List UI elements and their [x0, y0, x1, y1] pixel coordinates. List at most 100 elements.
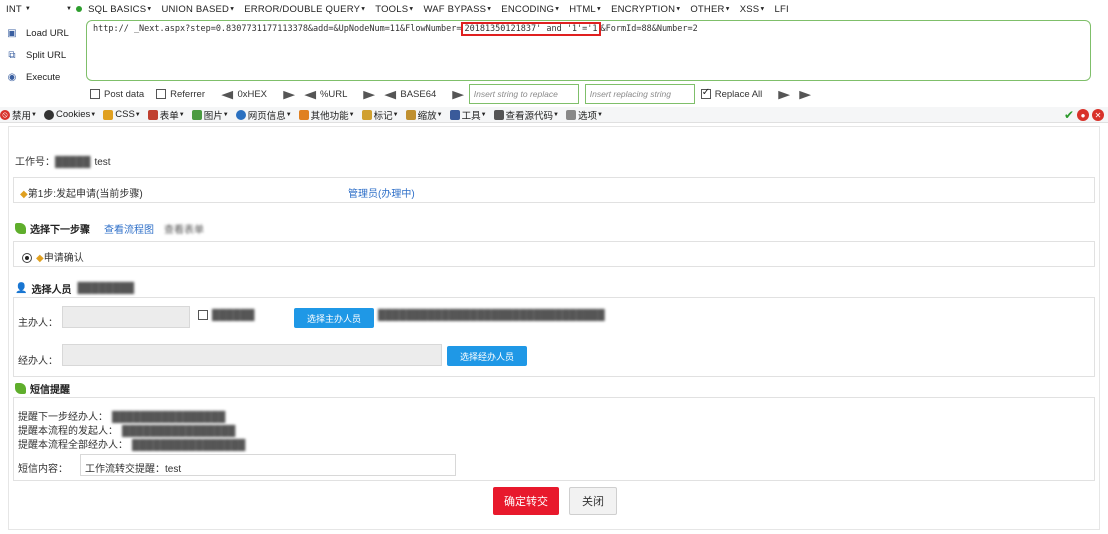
- injected-payload-highlight: 20181350121837' and '1'='1: [461, 22, 601, 36]
- select-person-hint: ████████: [77, 283, 135, 294]
- menu-html[interactable]: HTML▼: [569, 4, 602, 15]
- toolbar-view-source[interactable]: 查看源代码 ▼: [493, 108, 559, 122]
- insert-string-input[interactable]: Insert string to replace: [468, 84, 579, 104]
- reminder-title: 短信提醒: [15, 381, 70, 396]
- toolbar-cookies[interactable]: Cookies ▼: [43, 109, 96, 120]
- split-url-button[interactable]: ⧉ Split URL: [6, 44, 82, 66]
- post-data-checkbox[interactable]: Post data: [90, 89, 144, 100]
- toolbar-info[interactable]: 网页信息 ▼: [235, 108, 292, 122]
- person-icon: 👤: [15, 283, 28, 294]
- step-diamond-icon: ◆: [36, 253, 44, 264]
- arrow-right-icon[interactable]: ▶: [799, 88, 811, 101]
- toolbar-forms[interactable]: 表单 ▼: [147, 108, 185, 122]
- replace-all-checkbox[interactable]: Replace All: [700, 87, 762, 100]
- outline-icon: [361, 109, 372, 120]
- check-icon[interactable]: ✔: [1064, 108, 1074, 122]
- execute-button[interactable]: ◉ Execute: [6, 66, 82, 88]
- int-selector[interactable]: INT ▼: [0, 4, 66, 15]
- options-icon: [566, 109, 576, 120]
- misc-icon: [298, 109, 309, 120]
- close-button[interactable]: 关闭: [569, 487, 617, 515]
- replacing-string-input[interactable]: Insert replacing string: [584, 84, 695, 104]
- admin-text: 管理员(办理中): [348, 189, 415, 200]
- status-dot-icon: [76, 6, 83, 12]
- co-handler-input[interactable]: [62, 344, 442, 366]
- arrow-right-icon[interactable]: ▶: [283, 88, 295, 101]
- menu-error-double-query[interactable]: ERROR/DOUBLE QUERY▼: [244, 4, 366, 15]
- reminder-panel: 提醒下一步经办人： ████████████████ 提醒本流程的发起人： ████…: [13, 397, 1095, 481]
- forms-icon: [147, 109, 158, 120]
- load-url-button[interactable]: ▣ Load URL: [6, 22, 82, 44]
- menu-encoding[interactable]: ENCODING▼: [501, 4, 560, 15]
- arrow-right-icon[interactable]: ▶: [779, 88, 791, 101]
- leaf-icon: [15, 383, 26, 394]
- arrow-left-icon[interactable]: ◀: [304, 88, 316, 101]
- next-step-title: 选择下一步骤 查看流程图 查看表单: [15, 221, 204, 236]
- main-handler-option[interactable]: ██████: [198, 310, 255, 321]
- select-co-handler-button[interactable]: 选择经办人员: [447, 346, 527, 366]
- dropdown-icon: ▼: [24, 6, 32, 12]
- hackbar-menu: INT ▼ ▼ SQL BASICS▼ UNION BASED▼ ERROR/DO…: [0, 0, 1108, 18]
- menu-lfi[interactable]: LFI: [774, 4, 788, 15]
- execute-icon: ◉: [7, 71, 17, 83]
- hackbar-options: Post data Referrer ◀ 0xHEX ▶ ◀ %URL ▶ ◀ …: [90, 84, 1090, 104]
- remind-next-row: 提醒下一步经办人： ████████████████: [18, 412, 226, 423]
- menu-encryption[interactable]: ENCRYPTION▼: [611, 4, 681, 15]
- split-url-icon: ⧉: [8, 49, 16, 61]
- select-main-handler-button[interactable]: 选择主办人员: [294, 308, 374, 328]
- toolbar-tools[interactable]: 工具 ▼: [449, 108, 487, 122]
- confirm-transfer-button[interactable]: 确定转交: [493, 487, 559, 515]
- close-icon[interactable]: ✕: [1092, 109, 1104, 121]
- toolbar-outline[interactable]: 标记 ▼: [361, 108, 399, 122]
- cookies-icon: [43, 109, 54, 120]
- remind-all-row: 提醒本流程全部经办人： ████████████████: [18, 440, 246, 451]
- main-handler-label: 主办人：: [18, 318, 58, 329]
- arrow-down-icon: ▼: [66, 6, 73, 12]
- remind-initiator-row: 提醒本流程的发起人： ████████████████: [18, 426, 236, 437]
- menu-waf-bypass[interactable]: WAF BYPASS▼: [423, 4, 492, 15]
- referrer-checkbox[interactable]: Referrer: [156, 89, 205, 100]
- css-icon: [103, 109, 114, 120]
- menu-union-based[interactable]: UNION BASED▼: [161, 4, 235, 15]
- arrow-right-icon[interactable]: ▶: [364, 88, 376, 101]
- info-icon: [235, 109, 246, 120]
- toolbar-disable[interactable]: ⦸ 禁用 ▼: [0, 108, 37, 122]
- sms-content-input[interactable]: 工作流转交提醒：test: [80, 454, 456, 476]
- toolbar-misc[interactable]: 其他功能 ▼: [298, 108, 355, 122]
- apply-confirm-radio[interactable]: ◆申请确认: [22, 249, 84, 264]
- toolbar-right: ✔ ● ✕: [1064, 108, 1104, 122]
- next-step-panel: ◆申请确认: [13, 241, 1095, 267]
- disable-icon: ⦸: [0, 109, 10, 120]
- menu-tools[interactable]: TOOLS▼: [375, 4, 414, 15]
- select-person-title: 👤 选择人员 ████████: [15, 283, 135, 296]
- tools-icon: [449, 109, 460, 120]
- url-encode-label: %URL: [319, 88, 348, 100]
- main-handler-note: ████████████████████████████████: [378, 310, 605, 321]
- resize-icon: [405, 109, 416, 120]
- step-text: ◆第1步:发起申请(当前步骤): [20, 189, 143, 200]
- menu-other[interactable]: OTHER▼: [690, 4, 730, 15]
- toolbar-images[interactable]: 图片 ▼: [191, 108, 229, 122]
- view-flowchart-link[interactable]: 查看流程图: [104, 221, 154, 236]
- arrow-right-icon[interactable]: ▶: [453, 88, 465, 101]
- person-panel: 主办人： ██████ 选择主办人员 █████████████████████…: [13, 297, 1095, 377]
- web-developer-toolbar: ⦸ 禁用 ▼ Cookies ▼ CSS ▼ 表单 ▼ 图片 ▼ 网页信息 ▼ 其他功能 ▼ 标…: [0, 107, 1108, 123]
- main-handler-input[interactable]: [62, 306, 190, 328]
- menu-sql-basics[interactable]: SQL BASICS▼: [88, 4, 152, 15]
- toolbar-resize[interactable]: 缩放 ▼: [405, 108, 443, 122]
- toolbar-css[interactable]: CSS ▼: [103, 109, 141, 120]
- view-form-link[interactable]: 查看表单: [164, 221, 204, 236]
- sms-content-label: 短信内容：: [18, 464, 68, 475]
- page-content: 工作号：█████ test ◆第1步:发起申请(当前步骤) 管理员(办理中) 选…: [8, 126, 1100, 530]
- url-textarea[interactable]: http:// _Next.aspx?step=0.83077311771133…: [86, 20, 1091, 81]
- toolbar-options[interactable]: 选项 ▼: [566, 108, 603, 122]
- hex-label: 0xHEX: [237, 88, 268, 100]
- arrow-left-icon[interactable]: ◀: [221, 88, 233, 101]
- view-source-icon: [493, 109, 504, 120]
- stop-icon[interactable]: ●: [1077, 109, 1089, 121]
- menu-xss[interactable]: XSS▼: [740, 4, 766, 15]
- base64-label: BASE64: [400, 88, 437, 100]
- leaf-icon: [15, 223, 26, 234]
- arrow-left-icon[interactable]: ◀: [384, 88, 396, 101]
- work-number: 工作号：█████ test: [15, 157, 111, 168]
